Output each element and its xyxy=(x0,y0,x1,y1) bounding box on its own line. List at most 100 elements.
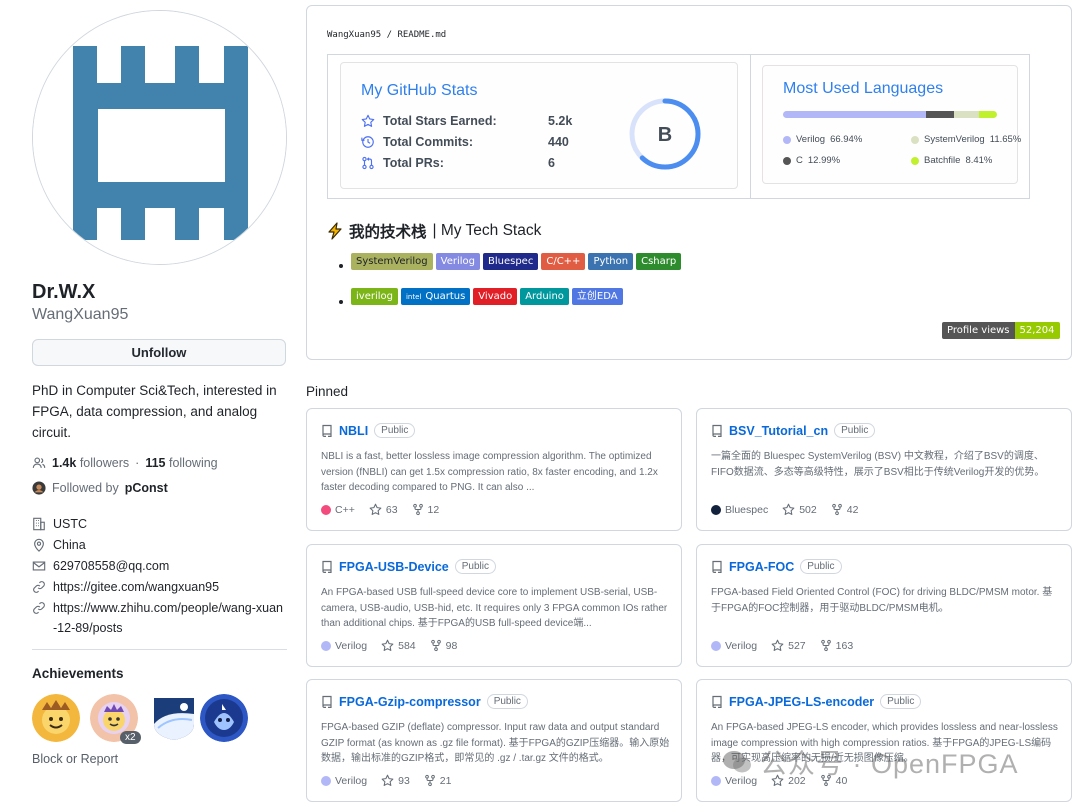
repo-stars-link[interactable]: 502 xyxy=(782,503,817,516)
languages-bar-segment xyxy=(978,111,997,118)
languages-bar-segment xyxy=(783,111,927,118)
avatar[interactable] xyxy=(32,10,287,265)
repo-forks-link[interactable]: 12 xyxy=(412,503,439,516)
repo-description: FPGA-based GZIP (deflate) compressor. In… xyxy=(321,722,670,764)
followers-row: 1.4k followers · 115 following xyxy=(32,456,218,470)
tech-badge-verilog[interactable]: Verilog xyxy=(435,253,480,270)
repo-language: Verilog xyxy=(321,640,367,652)
fork-icon xyxy=(412,503,423,516)
language-color-dot xyxy=(321,775,331,786)
repo-description: 一篇全面的 Bluespec SystemVerilog (BSV) 中文教程，… xyxy=(711,451,1045,478)
repo-header: FPGA-Gzip-compressor Public xyxy=(321,694,528,709)
grade-letter: B xyxy=(658,124,672,146)
stat-prs-value: 6 xyxy=(548,156,555,170)
repo-stars-link[interactable]: 584 xyxy=(381,639,416,652)
profile-bio: PhD in Computer Sci&Tech, interested in … xyxy=(32,383,277,440)
link-icon xyxy=(33,602,45,614)
repo-forks-link[interactable]: 163 xyxy=(820,639,853,652)
followers-link[interactable]: 1.4k followers xyxy=(52,456,129,470)
org-row: USTC xyxy=(32,514,87,534)
repo-icon xyxy=(322,424,332,437)
followed-by-user-link[interactable]: pConst xyxy=(125,481,168,495)
unfollow-button[interactable]: Unfollow xyxy=(32,339,286,366)
achievement-badge-3[interactable] xyxy=(150,694,198,742)
stats-title: My GitHub Stats xyxy=(361,82,478,99)
achievements-heading: Achievements xyxy=(32,666,124,681)
pinned-repo-card: FPGA-FOC Public FPGA-based Field Oriented … xyxy=(696,544,1072,667)
tech-badge-c-c-[interactable]: C/C++ xyxy=(541,253,586,270)
tech-badge-vivado[interactable]: Vivado xyxy=(473,288,518,305)
repo-stars-link[interactable]: 527 xyxy=(771,639,806,652)
achievement-count-badge: x2 xyxy=(120,731,141,744)
pinned-repo-card: FPGA-Gzip-compressor Public FPGA-based GZI… xyxy=(306,679,682,802)
repo-name-link[interactable]: FPGA-USB-Device xyxy=(339,560,449,574)
repo-meta: Verilog 93 21 xyxy=(321,774,451,787)
tech-badge-iverilog[interactable]: iverilog xyxy=(351,288,398,305)
repo-language: C++ xyxy=(321,504,355,516)
location-icon xyxy=(34,538,44,552)
repo-stars-link[interactable]: 63 xyxy=(369,503,398,516)
email-link[interactable]: 629708558@qq.com xyxy=(53,556,169,576)
tech-badge-bluespec[interactable]: Bluespec xyxy=(483,253,539,270)
repo-forks-link[interactable]: 98 xyxy=(430,639,457,652)
repo-description: An FPGA-based USB full-speed device core… xyxy=(321,587,668,629)
repo-description: NBLI is a fast, better lossless image co… xyxy=(321,451,658,493)
tech-badge-quartus[interactable]: intel Quartus xyxy=(400,288,471,305)
repo-stars-link[interactable]: 93 xyxy=(381,774,410,787)
profile-readme: WangXuan95 / README.md My GitHub Stats T… xyxy=(306,5,1072,360)
fork-icon xyxy=(424,774,435,787)
repo-name-link[interactable]: FPGA-JPEG-LS-encoder xyxy=(729,695,874,709)
pinned-repo-card: NBLI Public NBLI is a fast, better lossles… xyxy=(306,408,682,531)
stats-separator xyxy=(750,55,751,198)
tech-badge-systemverilog[interactable]: SystemVerilog xyxy=(351,253,433,270)
languages-bar-segment xyxy=(926,111,955,118)
tech-badge--eda[interactable]: 立创EDA xyxy=(571,288,623,305)
language-color-dot xyxy=(321,640,331,651)
repo-name-link[interactable]: BSV_Tutorial_cn xyxy=(729,424,828,438)
people-icon xyxy=(32,457,46,468)
tech-badge-arduino[interactable]: Arduino xyxy=(520,288,569,305)
repo-icon xyxy=(322,560,332,573)
history-icon xyxy=(361,136,374,148)
languages-title: Most Used Languages xyxy=(783,80,944,97)
pinned-repo-card: BSV_Tutorial_cn Public 一篇全面的 Bluespec Syst… xyxy=(696,408,1072,531)
repo-forks-link[interactable]: 42 xyxy=(831,503,858,516)
repo-name-link[interactable]: FPGA-FOC xyxy=(729,560,794,574)
mail-icon xyxy=(32,561,46,571)
repo-meta: Verilog 584 98 xyxy=(321,639,457,652)
star-icon xyxy=(381,639,394,651)
block-or-report-link[interactable]: Block or Report xyxy=(32,752,118,766)
bullet xyxy=(339,264,343,268)
email-row: 629708558@qq.com xyxy=(32,556,169,576)
achievement-badge-1[interactable] xyxy=(32,694,80,742)
pinned-repo-card: FPGA-USB-Device Public An FPGA-based USB f… xyxy=(306,544,682,667)
repo-name-link[interactable]: NBLI xyxy=(339,424,368,438)
repo-description: FPGA-based Field Oriented Control (FOC) … xyxy=(711,587,1053,614)
gitee-link[interactable]: https://gitee.com/wangxuan95 xyxy=(53,577,219,597)
repo-meta: C++ 63 12 xyxy=(321,503,439,516)
zhihu-link[interactable]: https://www.zhihu.com/people/wang-xuan-1… xyxy=(53,598,287,638)
stat-commits-value: 440 xyxy=(548,135,569,149)
tech-badge-python[interactable]: Python xyxy=(588,253,634,270)
following-link[interactable]: 115 following xyxy=(145,456,217,470)
repo-icon xyxy=(712,424,722,437)
chip-avatar-image xyxy=(33,11,286,264)
readme-path[interactable]: WangXuan95 / README.md xyxy=(327,30,446,40)
organization-icon xyxy=(33,517,45,531)
lang-item-systemverilog: SystemVerilog 11.65% xyxy=(911,134,1021,145)
followed-by-row: Followed by pConst xyxy=(32,481,168,495)
repo-forks-link[interactable]: 21 xyxy=(424,774,451,787)
batchfile-dot xyxy=(911,156,919,165)
languages-bar xyxy=(783,111,997,118)
repo-name-link[interactable]: FPGA-Gzip-compressor xyxy=(339,695,481,709)
sidebar-divider xyxy=(32,649,287,650)
achievement-badge-4[interactable] xyxy=(200,694,248,742)
public-label: Public xyxy=(374,423,416,438)
tech-badge-csharp[interactable]: Csharp xyxy=(636,253,682,270)
follower-avatar[interactable] xyxy=(32,481,46,495)
stats-table: My GitHub Stats Total Stars Earned: 5.2k… xyxy=(327,54,1030,199)
repo-meta: Bluespec 502 42 xyxy=(711,503,858,516)
repo-header: FPGA-FOC Public xyxy=(711,559,842,574)
lightning-icon xyxy=(328,222,342,240)
public-label: Public xyxy=(454,559,496,574)
